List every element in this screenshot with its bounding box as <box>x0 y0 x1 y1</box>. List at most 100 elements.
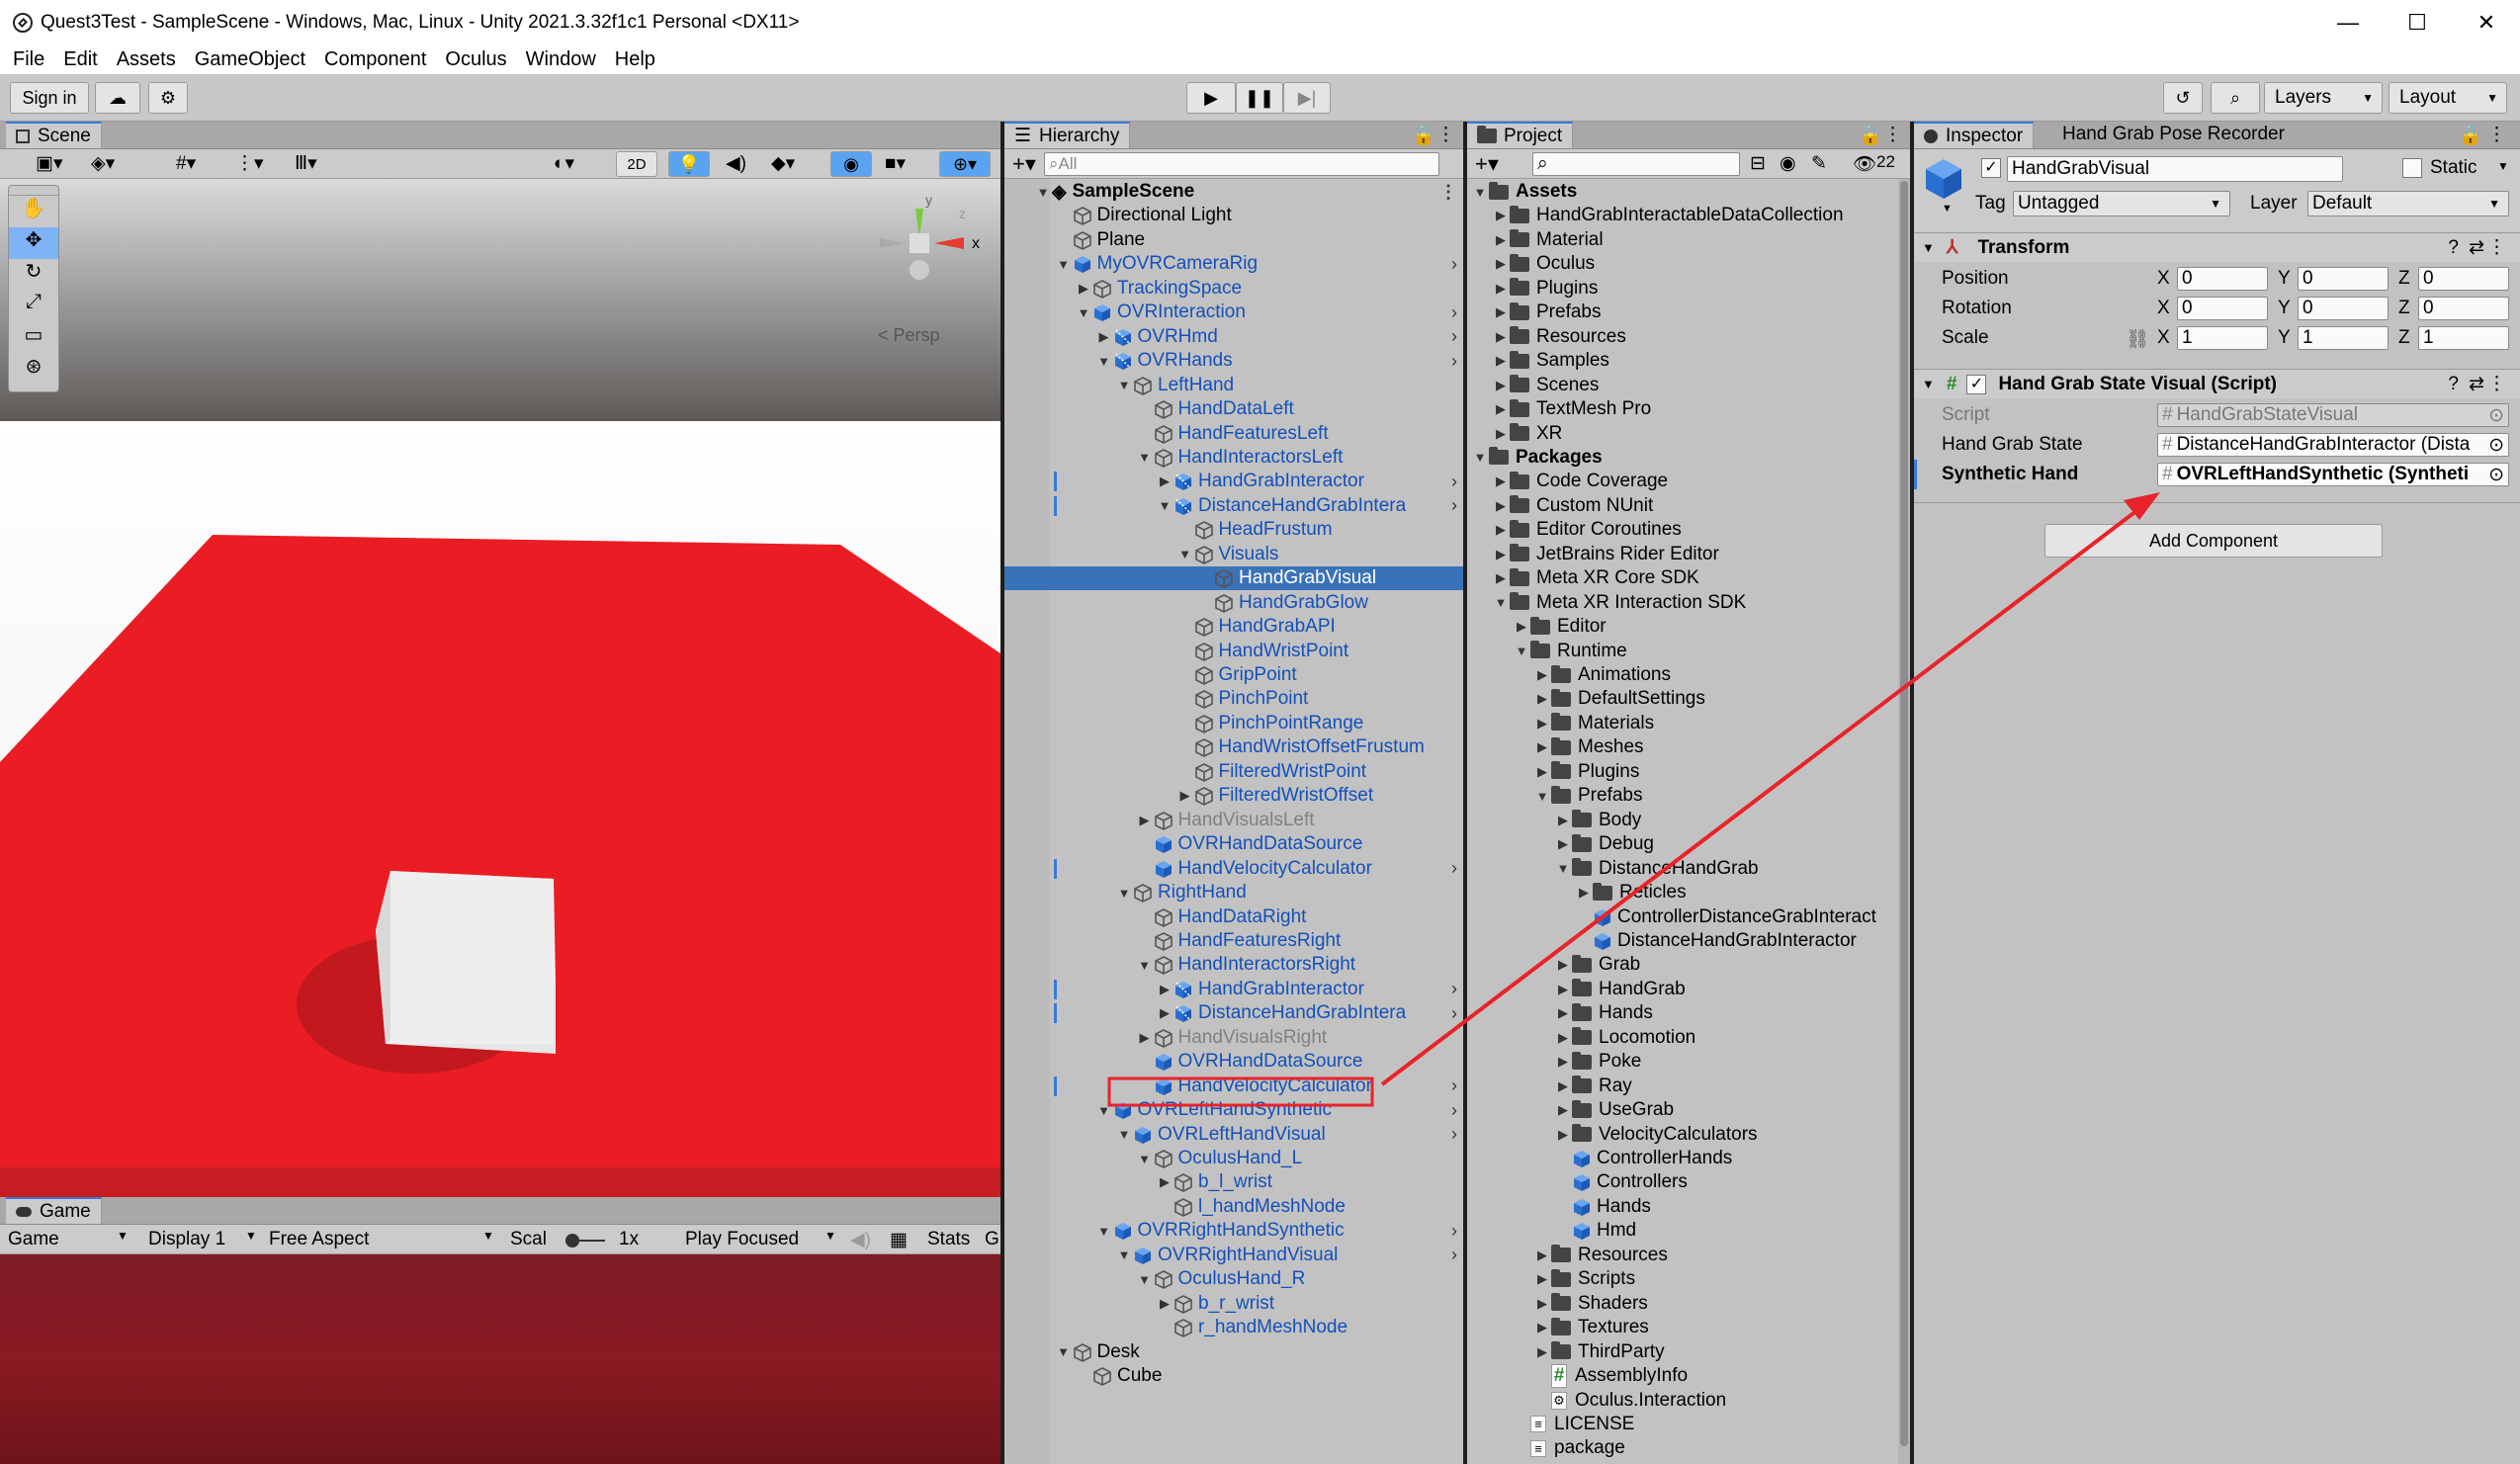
expanded-arrow-icon[interactable]: ▼ <box>1136 450 1154 465</box>
open-prefab-chevron-icon[interactable]: › <box>1451 495 1457 516</box>
collapsed-arrow-icon[interactable]: ▶ <box>1533 691 1551 707</box>
open-prefab-chevron-icon[interactable]: › <box>1451 1003 1457 1024</box>
rotate-tool-icon[interactable]: ↻ <box>9 259 58 291</box>
hierarchy-item[interactable]: GripPoint <box>1004 663 1463 687</box>
collapsed-arrow-icon[interactable]: ▶ <box>1156 1005 1173 1021</box>
move-tool-icon[interactable]: ✥ <box>9 227 58 259</box>
play-mode-dropdown[interactable]: Play Focused <box>685 1229 799 1250</box>
project-item[interactable]: ▶ Samples <box>1467 349 1898 373</box>
hierarchy-item[interactable]: FilteredWristPoint <box>1004 760 1463 784</box>
expanded-arrow-icon[interactable]: ▼ <box>1176 547 1194 561</box>
collapsed-arrow-icon[interactable]: ▶ <box>1492 474 1510 489</box>
expanded-arrow-icon[interactable]: ▼ <box>1115 886 1133 901</box>
project-item[interactable]: ▼ Assets <box>1467 180 1898 204</box>
project-item[interactable]: Hmd <box>1467 1219 1898 1243</box>
expanded-arrow-icon[interactable]: ▼ <box>1136 1272 1154 1287</box>
tab-hand-grab-pose-recorder[interactable]: Hand Grab Pose Recorder <box>2062 124 2285 145</box>
shading-icon[interactable]: ◈▾ <box>91 152 115 175</box>
open-prefab-chevron-icon[interactable]: › <box>1451 326 1457 347</box>
project-scrollbar-thumb[interactable] <box>1900 181 1908 1446</box>
hierarchy-item[interactable]: HandGrabVisual <box>1004 566 1463 591</box>
more-menu-icon[interactable]: ⋮ <box>1883 124 1902 146</box>
hierarchy-item[interactable]: ▶ HandVisualsRight <box>1004 1026 1463 1050</box>
mute-audio-icon[interactable]: ◀) <box>850 1229 871 1251</box>
project-item[interactable]: ▶ ThirdParty <box>1467 1340 1898 1364</box>
project-item[interactable]: ▶ Ray <box>1467 1075 1898 1098</box>
tab-inspector[interactable]: Inspector <box>1914 122 2035 148</box>
expanded-arrow-icon[interactable]: ▼ <box>1115 378 1133 392</box>
collapsed-arrow-icon[interactable]: ▶ <box>1575 885 1593 901</box>
layout-dropdown[interactable]: Layout <box>2389 82 2507 114</box>
project-scrollbar[interactable] <box>1898 179 1910 1464</box>
presets-icon[interactable]: ⇄ <box>2469 236 2484 259</box>
tab-scene[interactable]: Scene <box>6 122 102 148</box>
open-prefab-chevron-icon[interactable]: › <box>1451 1124 1457 1145</box>
minimize-button[interactable]: — <box>2313 0 2383 44</box>
transform-tool-icon[interactable]: ⊛ <box>9 354 58 386</box>
collapsed-arrow-icon[interactable]: ▶ <box>1492 401 1510 417</box>
collapsed-arrow-icon[interactable]: ▶ <box>1156 1174 1173 1190</box>
expanded-arrow-icon[interactable]: ▼ <box>1136 1152 1154 1166</box>
project-item[interactable]: ▶ Oculus <box>1467 252 1898 276</box>
hierarchy-item[interactable]: ▶ HandGrabInteractor › <box>1004 978 1463 1001</box>
position-z-field[interactable]: 0 <box>2418 267 2509 291</box>
pause-button[interactable]: ❚❚ <box>1236 82 1283 114</box>
collapsed-arrow-icon[interactable]: ▶ <box>1492 547 1510 562</box>
gizmo-neg-y-axis[interactable] <box>910 260 929 280</box>
position-x-field[interactable]: 0 <box>2177 267 2268 291</box>
collapsed-arrow-icon[interactable]: ▶ <box>1533 1344 1551 1360</box>
expanded-arrow-icon[interactable]: ▼ <box>1533 789 1551 804</box>
collapsed-arrow-icon[interactable]: ▶ <box>1492 570 1510 586</box>
project-item[interactable]: ▶ Scripts <box>1467 1267 1898 1291</box>
search-by-type-icon[interactable]: ⊟ <box>1750 152 1766 175</box>
collapsed-arrow-icon[interactable]: ▶ <box>1554 1030 1572 1046</box>
hierarchy-item[interactable]: HandVelocityCalculator › <box>1004 1075 1463 1098</box>
palette-handle[interactable] <box>9 186 58 196</box>
save-search-icon[interactable]: ✎ <box>1811 152 1827 175</box>
expanded-arrow-icon[interactable]: ▼ <box>1095 1224 1113 1239</box>
effects-icon[interactable]: ◆▾ <box>771 152 795 175</box>
hierarchy-item[interactable]: HandGrabGlow <box>1004 591 1463 615</box>
scene-viewport[interactable]: ✋ ✥ ↻ ⤢ ▭ ⊛ x y z < Persp <box>0 179 1000 1197</box>
expanded-arrow-icon[interactable]: ▼ <box>1095 354 1113 369</box>
lock-icon[interactable]: 🔒 <box>1859 124 1882 147</box>
hierarchy-item[interactable]: ▼ OculusHand_L <box>1004 1147 1463 1170</box>
hierarchy-item[interactable]: Directional Light <box>1004 204 1463 227</box>
hidden-packages-icon[interactable]: 👁 <box>1853 152 1876 176</box>
object-name-input[interactable]: HandGrabVisual <box>2007 156 2343 182</box>
open-prefab-chevron-icon[interactable]: › <box>1451 1100 1457 1121</box>
static-checkbox[interactable] <box>2402 158 2422 178</box>
hierarchy-item[interactable]: ▼ DistanceHandGrabIntera › <box>1004 494 1463 518</box>
project-item[interactable]: ▶ Editor Coroutines <box>1467 518 1898 542</box>
hierarchy-item[interactable]: Cube <box>1004 1364 1463 1388</box>
hierarchy-item[interactable]: ▼ Visuals <box>1004 543 1463 566</box>
snap-icon[interactable]: ⋮▾ <box>235 152 264 175</box>
open-prefab-chevron-icon[interactable]: › <box>1451 858 1457 879</box>
project-item[interactable]: ⚙ Oculus.Interaction <box>1467 1389 1898 1413</box>
expanded-arrow-icon[interactable]: ▼ <box>1095 1103 1113 1118</box>
collapsed-arrow-icon[interactable]: ▶ <box>1492 329 1510 345</box>
collapsed-arrow-icon[interactable]: ▶ <box>1533 764 1551 780</box>
hidden-objects-icon[interactable]: ◉ <box>830 151 872 177</box>
project-item[interactable]: ▶ Poke <box>1467 1050 1898 1074</box>
open-prefab-chevron-icon[interactable]: › <box>1451 1221 1457 1242</box>
add-icon[interactable]: +▾ <box>1012 151 1036 177</box>
collapsed-arrow-icon[interactable]: ▶ <box>1533 1271 1551 1287</box>
hierarchy-item[interactable]: ▼ OVRLeftHandSynthetic › <box>1004 1098 1463 1122</box>
hierarchy-item[interactable]: ▼ HandInteractorsRight <box>1004 953 1463 977</box>
collapsed-arrow-icon[interactable]: ▶ <box>1136 813 1154 828</box>
hierarchy-item[interactable]: ▶ TrackingSpace <box>1004 277 1463 301</box>
rotation-x-field[interactable]: 0 <box>2177 297 2268 320</box>
hierarchy-item[interactable]: ▶ HandGrabInteractor › <box>1004 470 1463 493</box>
project-item[interactable]: ▶ Reticles <box>1467 881 1898 904</box>
menu-file[interactable]: File <box>13 48 44 71</box>
expanded-arrow-icon[interactable]: ▼ <box>1034 185 1052 200</box>
collapsed-arrow-icon[interactable]: ▶ <box>1176 788 1194 804</box>
project-item[interactable]: ▶ Resources <box>1467 325 1898 349</box>
search-icon[interactable]: ⌕ <box>2211 82 2260 114</box>
lighting-icon[interactable]: 💡 <box>668 151 710 177</box>
collapsed-arrow-icon[interactable]: ▶ <box>1554 1054 1572 1070</box>
create-icon[interactable]: +▾ <box>1475 151 1499 177</box>
collapsed-arrow-icon[interactable]: ▶ <box>1554 1005 1572 1021</box>
gizmos-button[interactable]: G <box>985 1229 999 1250</box>
